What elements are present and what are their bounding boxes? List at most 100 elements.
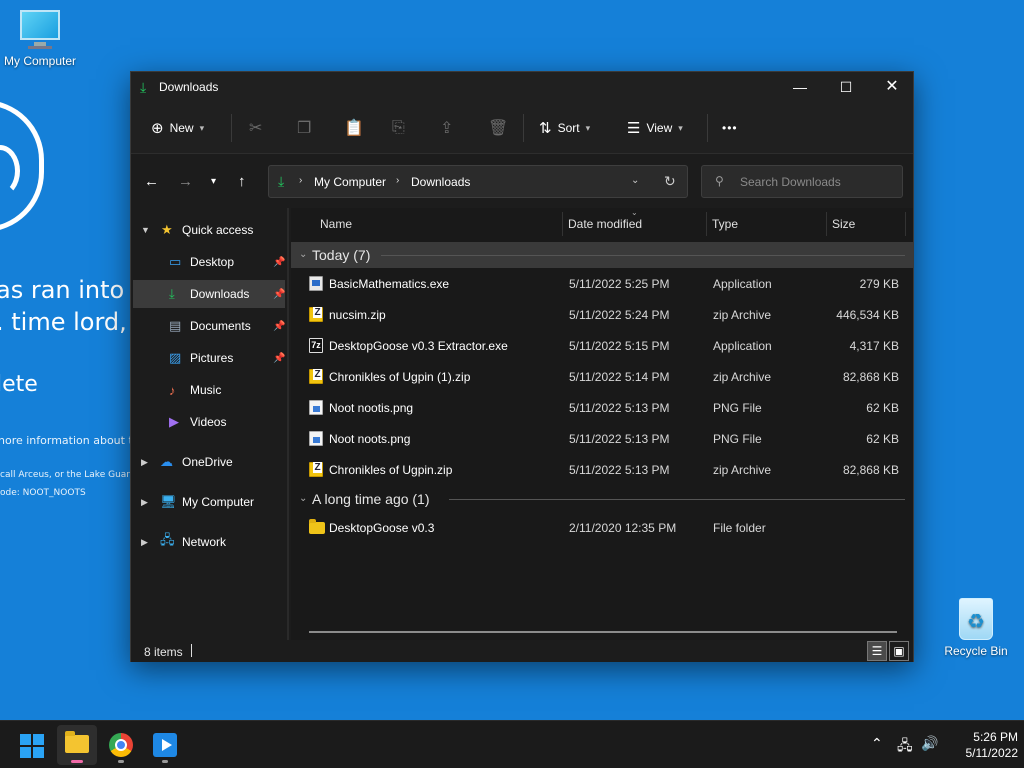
large-icons-view-icon[interactable]: ▣ — [889, 641, 909, 661]
forward-arrow-icon[interactable]: → — [178, 173, 193, 190]
title-bar[interactable]: ⤓ Downloads — ☐ ✕ — [131, 72, 913, 102]
search-input[interactable] — [740, 172, 895, 192]
view-button[interactable]: ☰ View ▾ — [627, 117, 683, 139]
group-header-long-time-ago[interactable]: ⌄ A long time ago (1) — [291, 486, 913, 512]
chevron-down-icon[interactable]: ⌄ — [299, 493, 307, 504]
taskbar-file-explorer[interactable] — [57, 725, 97, 765]
sidebar-item-network[interactable]: ▶ 🖧 Network — [131, 528, 287, 556]
back-arrow-icon[interactable]: ← — [144, 173, 159, 190]
up-arrow-icon[interactable]: ↑ — [238, 173, 246, 190]
chevron-down-icon[interactable]: ⌄ — [631, 175, 639, 186]
file-name: nucsim.zip — [329, 308, 386, 322]
column-header-row: Name ⌄ Date modified Type Size — [291, 208, 913, 240]
address-bar[interactable]: ⤓ › My Computer › Downloads ⌄ ↻ — [268, 165, 688, 198]
command-bar: ⊕ New ▾ ✂ ❐ 📋 ⎘ ⇪ 🗑 ⇅ Sort ▾ ☰ View ▾ ••… — [131, 102, 913, 154]
png-icon — [309, 400, 323, 415]
sidebar-item-downloads[interactable]: ⤓ Downloads 📌 — [133, 280, 285, 308]
table-row[interactable]: Noot nootis.png 5/11/2022 5:13 PM PNG Fi… — [291, 392, 913, 423]
cut-icon[interactable]: ✂ — [249, 117, 262, 139]
sidebar-item-pictures[interactable]: ▨ Pictures 📌 — [131, 344, 287, 372]
download-icon: ⤓ — [278, 173, 285, 189]
horizontal-scrollbar[interactable] — [309, 631, 897, 633]
exe-icon — [309, 276, 323, 291]
desktop-icon-recycle-bin[interactable]: ♻ Recycle Bin — [940, 598, 1012, 658]
close-button[interactable]: ✕ — [869, 72, 915, 102]
chevron-down-icon[interactable]: ▼ — [141, 225, 150, 235]
table-row[interactable]: Noot noots.png 5/11/2022 5:13 PM PNG Fil… — [291, 423, 913, 454]
pin-icon[interactable]: 📌 — [273, 257, 285, 268]
column-divider[interactable] — [706, 212, 707, 236]
table-row[interactable]: 7z DesktopGoose v0.3 Extractor.exe 5/11/… — [291, 330, 913, 361]
search-box[interactable]: ⚲ — [701, 165, 903, 198]
pictures-icon: ▨ — [169, 350, 182, 365]
group-label: Today (7) — [312, 247, 371, 263]
column-divider[interactable] — [826, 212, 827, 236]
pin-icon[interactable]: 📌 — [273, 353, 285, 364]
table-row[interactable]: nucsim.zip 5/11/2022 5:24 PM zip Archive… — [291, 299, 913, 330]
zip-icon — [309, 307, 323, 322]
rename-icon[interactable]: ⎘ — [392, 117, 405, 139]
column-header-size[interactable]: Size — [832, 217, 855, 231]
sidebar-item-onedrive[interactable]: ▶ ☁ OneDrive — [131, 448, 287, 476]
file-name: DesktopGoose v0.3 — [329, 521, 435, 535]
sidebar-item-videos[interactable]: ▶ Videos — [131, 408, 287, 436]
group-header-today[interactable]: ⌄ Today (7) — [291, 242, 913, 268]
network-icon[interactable]: 🖧 — [897, 735, 913, 759]
sidebar-item-quick-access[interactable]: ▼ ★ Quick access — [131, 216, 287, 244]
volume-icon[interactable]: 🔊 — [921, 735, 938, 752]
sidebar-item-label: Music — [190, 383, 222, 397]
background-error-screen: as ran into . time lord, lete nore infor… — [0, 80, 135, 540]
sidebar-item-label: Quick access — [182, 223, 254, 237]
file-date: 2/11/2020 12:35 PM — [569, 521, 677, 535]
details-view-icon[interactable]: ☰ — [867, 641, 887, 661]
table-row[interactable]: DesktopGoose v0.3 2/11/2020 12:35 PM Fil… — [291, 512, 913, 543]
column-divider[interactable] — [562, 212, 563, 236]
taskbar-media-player[interactable] — [145, 725, 185, 765]
file-date: 5/11/2022 5:15 PM — [569, 339, 670, 353]
maximize-button[interactable]: ☐ — [823, 72, 869, 102]
chevron-right-icon[interactable]: ▶ — [141, 497, 148, 508]
taskbar-chrome[interactable] — [101, 725, 141, 765]
table-row[interactable]: Chronikles of Ugpin (1).zip 5/11/2022 5:… — [291, 361, 913, 392]
column-divider[interactable] — [905, 212, 906, 236]
pin-icon[interactable]: 📌 — [273, 289, 285, 300]
minimize-button[interactable]: — — [777, 72, 823, 102]
file-date: 5/11/2022 5:13 PM — [569, 401, 670, 415]
more-options-button[interactable]: ••• — [722, 117, 738, 139]
table-row[interactable]: BasicMathematics.exe 5/11/2022 5:25 PM A… — [291, 268, 913, 299]
breadcrumb-my-computer[interactable]: My Computer — [314, 175, 386, 189]
column-header-type[interactable]: Type — [712, 217, 738, 231]
chevron-down-icon[interactable]: ⌄ — [299, 249, 307, 260]
copy-icon[interactable]: ❐ — [297, 117, 311, 139]
error-text-line: . time lord, — [0, 308, 127, 336]
file-size: 279 KB — [859, 277, 899, 291]
7z-icon: 7z — [309, 338, 323, 353]
delete-icon[interactable]: 🗑 — [488, 117, 508, 139]
chevron-up-icon[interactable]: ⌃ — [871, 735, 883, 752]
sidebar-item-label: Pictures — [190, 351, 234, 365]
sidebar-item-desktop[interactable]: ▭ Desktop 📌 — [131, 248, 287, 276]
pin-icon[interactable]: 📌 — [273, 321, 285, 332]
desktop-icon-my-computer[interactable]: My Computer — [0, 8, 80, 68]
refresh-icon[interactable]: ↻ — [664, 173, 676, 190]
paste-icon[interactable]: 📋 — [344, 117, 364, 139]
recent-locations-chevron-icon[interactable]: ▾ — [211, 176, 216, 187]
sidebar-item-music[interactable]: ♪ Music — [131, 376, 287, 404]
chevron-right-icon[interactable]: ▶ — [141, 537, 148, 548]
search-icon: ⚲ — [715, 174, 724, 188]
sidebar-item-my-computer[interactable]: ▶ 🖥 My Computer — [131, 488, 287, 516]
windows-start-icon[interactable] — [20, 734, 44, 758]
column-header-name[interactable]: Name — [320, 217, 352, 231]
column-header-date-modified[interactable]: Date modified — [568, 217, 642, 231]
breadcrumb-downloads[interactable]: Downloads — [411, 175, 470, 189]
sidebar-item-documents[interactable]: ▤ Documents 📌 — [131, 312, 287, 340]
clock[interactable]: 5:26 PM 5/11/2022 — [944, 729, 1019, 761]
table-row[interactable]: Chronikles of Ugpin.zip 5/11/2022 5:13 P… — [291, 454, 913, 485]
new-button[interactable]: ⊕ New ▾ — [151, 117, 204, 139]
file-size: 62 KB — [866, 432, 899, 446]
chevron-right-icon[interactable]: ▶ — [141, 457, 148, 468]
share-icon[interactable]: ⇪ — [440, 117, 453, 139]
sort-button[interactable]: ⇅ Sort ▾ — [539, 117, 590, 139]
file-name: Chronikles of Ugpin.zip — [329, 463, 453, 477]
desktop-icon-label: My Computer — [3, 54, 77, 68]
